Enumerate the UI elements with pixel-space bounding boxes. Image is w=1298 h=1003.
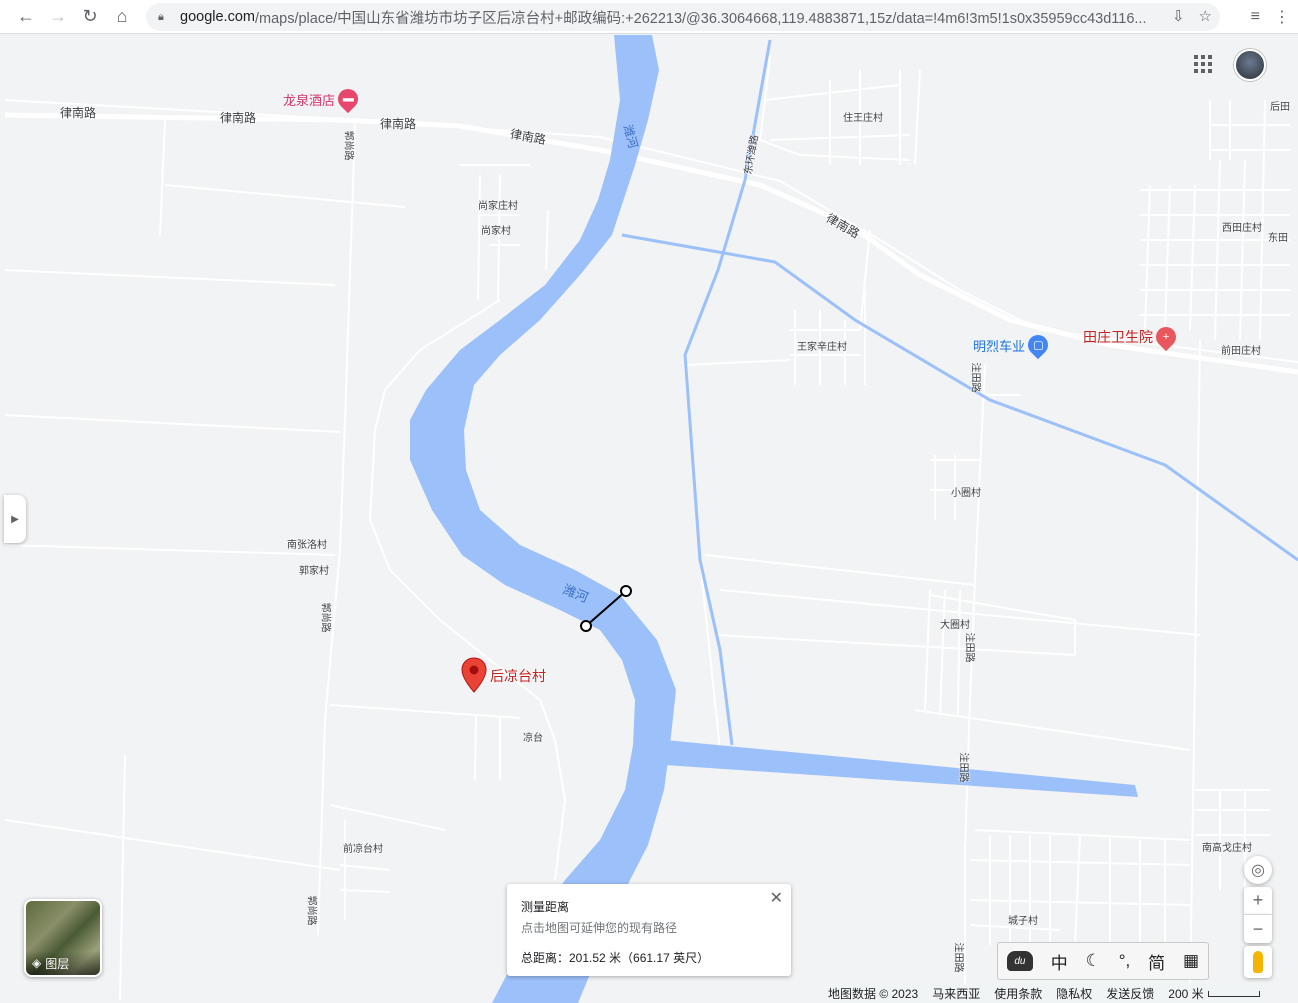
terms-link[interactable]: 使用条款 — [994, 985, 1042, 1002]
east-channel — [665, 740, 1138, 797]
measure-hint: 点击地图可延伸您的现有路径 — [521, 921, 678, 935]
road-label: 注田路 — [952, 942, 964, 973]
hotel-icon: ▬ — [333, 84, 363, 114]
install-icon[interactable]: ⇩ — [1172, 7, 1185, 25]
village-label: 尚家村 — [481, 226, 511, 237]
measure-distance-card: ✕ 测量距离 点击地图可延伸您的现有路径 总距离：201.52 米（661.17… — [507, 884, 791, 976]
baidu-ime-logo-icon[interactable]: du — [1006, 951, 1033, 971]
village-label: 东田 — [1268, 233, 1288, 244]
scale-label: 200 米 — [1168, 986, 1204, 1001]
poi-label: 田庄卫生院 — [1083, 329, 1153, 345]
minor-roads — [4, 54, 1298, 1001]
ime-language-toggle[interactable]: 中 — [1051, 949, 1068, 974]
poi-label: 明烈车业 — [973, 338, 1026, 354]
weihe-river — [410, 35, 676, 1003]
poi-minglie[interactable]: 明烈车业 ▢ — [973, 330, 1053, 360]
zoom-in-button[interactable]: + — [1244, 887, 1272, 915]
zoom-out-button[interactable]: − — [1244, 915, 1272, 943]
scale-bar — [1207, 991, 1260, 998]
layers-icon: ◈ — [32, 956, 42, 970]
road-label: 郭尚路 — [305, 895, 317, 926]
road-label: 律南路 — [60, 106, 97, 120]
village-label: 住王庄村 — [843, 113, 883, 124]
ime-menu-grid-icon[interactable]: ▦ — [1183, 951, 1199, 971]
village-label: 后田 — [1270, 102, 1290, 113]
collapse-side-panel-button[interactable]: ▶ — [4, 495, 26, 543]
back-icon[interactable]: ← — [10, 1, 42, 33]
selected-place-label[interactable]: 后凉台村 — [490, 666, 546, 686]
layers-label: 图层 — [45, 956, 70, 971]
chevron-right-icon: ▶ — [11, 513, 19, 525]
village-label: 王家辛庄村 — [797, 342, 847, 353]
village-label: 大圈村 — [940, 620, 970, 631]
map-data-attribution: 地图数据 © 2023 — [828, 986, 919, 1001]
village-label: 郭家村 — [299, 566, 329, 577]
map-footer: 地图数据 © 2023 马来西亚 使用条款 隐私权 发送反馈 200 米 — [822, 983, 1266, 1003]
moon-icon[interactable]: ☾ — [1086, 951, 1101, 971]
map-canvas[interactable]: 律南路 律南路 律南路 律南路 律南路 郭尚路 郭尚路 郭尚路 东环潍路 注田路… — [0, 35, 1298, 1003]
road-label: 律南路 — [380, 117, 417, 131]
village-label: 南高戈庄村 — [1202, 843, 1252, 854]
my-location-button[interactable]: ◎ — [1244, 856, 1272, 884]
minus-icon: − — [1252, 918, 1264, 939]
village-label: 尚家庄村 — [478, 201, 518, 212]
street-view-pegman-button[interactable] — [1244, 946, 1272, 978]
village-label: 凉台 — [523, 733, 543, 744]
measure-total: 总距离：201.52 米（661.17 英尺） — [521, 951, 710, 965]
village-label: 前田庄村 — [1221, 346, 1261, 357]
road-label: 注田路 — [963, 632, 975, 663]
road-label: 郭尚路 — [319, 602, 331, 633]
selected-place-pin-icon[interactable] — [461, 657, 487, 693]
privacy-link[interactable]: 隐私权 — [1056, 985, 1092, 1002]
forward-icon[interactable]: → — [42, 1, 74, 33]
region-link[interactable]: 马来西亚 — [932, 985, 980, 1002]
close-icon[interactable]: ✕ — [770, 888, 783, 908]
home-icon[interactable]: ⌂ — [106, 1, 138, 33]
pegman-icon — [1253, 951, 1263, 973]
browser-menu-icon[interactable]: ⋮ — [1274, 7, 1290, 27]
village-label: 前凉台村 — [343, 844, 383, 855]
google-apps-icon[interactable] — [1194, 55, 1212, 73]
crosshair-icon: ◎ — [1251, 862, 1265, 879]
media-icon[interactable]: ≡ — [1251, 8, 1260, 26]
village-label: 西田庄村 — [1222, 223, 1262, 234]
poi-label: 龙泉酒店 — [283, 92, 336, 108]
poi-longquan-hotel[interactable]: 龙泉酒店 ▬ — [283, 84, 363, 114]
poi-tianzhuang-hospital[interactable]: 田庄卫生院 + — [1083, 322, 1181, 352]
ime-simplified-toggle[interactable]: 简 — [1148, 949, 1165, 974]
village-label: 南张洛村 — [287, 540, 327, 551]
reload-icon[interactable]: ↻ — [74, 1, 106, 33]
road-label: 注田路 — [969, 362, 981, 393]
medical-icon: + — [1151, 322, 1181, 352]
url-host: google.com — [180, 9, 255, 25]
url-path: /maps/place/中国山东省潍坊市坊子区后凉台村+邮政编码:+262213… — [254, 10, 1147, 27]
browser-toolbar: ← → ↻ ⌂ 🔒︎ google.com /maps/place/中国山东省潍… — [0, 0, 1298, 34]
scale-indicator[interactable]: 200 米 — [1168, 985, 1260, 1002]
layers-button[interactable]: ◈ 图层 — [24, 899, 102, 977]
road-label: 郭尚路 — [342, 130, 354, 161]
feedback-link[interactable]: 发送反馈 — [1106, 985, 1154, 1002]
road-label: 律南路 — [220, 111, 257, 125]
map-geometry — [4, 35, 1298, 1003]
measure-title: 测量距离 — [521, 900, 570, 914]
bookmark-star-icon[interactable]: ☆ — [1199, 7, 1212, 25]
shopping-icon: ▢ — [1023, 330, 1053, 360]
road-label: 注田路 — [957, 752, 969, 783]
lock-icon: 🔒︎ — [158, 10, 164, 23]
village-label: 小圈村 — [951, 488, 981, 499]
village-label: 城子村 — [1008, 916, 1038, 927]
address-bar[interactable]: 🔒︎ google.com /maps/place/中国山东省潍坊市坊子区后凉台… — [146, 3, 1220, 31]
ime-punctuation-toggle[interactable]: °, — [1119, 951, 1131, 971]
plus-icon: + — [1252, 890, 1264, 910]
ime-toolbar: du 中 ☾ °, 简 ▦ — [997, 942, 1209, 980]
avatar[interactable] — [1234, 49, 1266, 81]
